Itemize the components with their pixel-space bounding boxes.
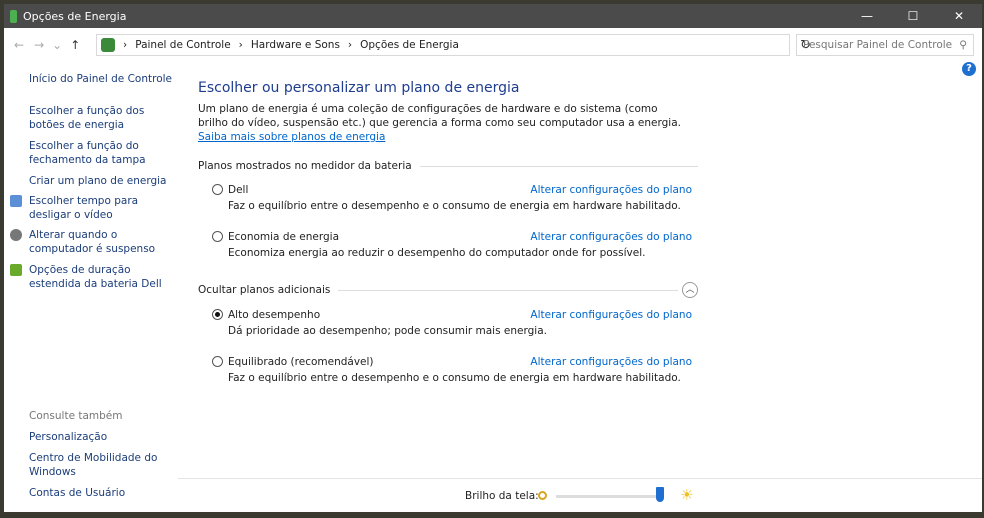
plan-name: Alto desempenho xyxy=(228,309,321,321)
dell-battery-icon xyxy=(10,264,22,276)
plan-radio[interactable]: Alto desempenho xyxy=(212,309,320,321)
section-hide-plans[interactable]: Ocultar planos adicionais ︿ xyxy=(198,282,698,298)
change-plan-link[interactable]: Alterar configurações do plano xyxy=(530,309,692,321)
bright-sun-icon: ☀ xyxy=(680,486,694,504)
plan-name: Dell xyxy=(228,184,249,196)
plan-desc: Dá prioridade ao desempenho; pode consum… xyxy=(228,325,547,337)
breadcrumb[interactable]: › Painel de Controle › Hardware e Sons › Op… xyxy=(96,34,811,56)
recent-dropdown[interactable]: ⌄ xyxy=(52,38,62,52)
sidebar-link-create-plan[interactable]: Criar um plano de energia xyxy=(29,174,177,188)
change-plan-link[interactable]: Alterar configurações do plano xyxy=(530,356,692,368)
page-description: Um plano de energia é uma coleção de con… xyxy=(198,102,688,144)
sidebar-link-display-off[interactable]: Escolher tempo para desligar o vídeo xyxy=(29,194,177,222)
plan-dell: Dell Alterar configurações do plano Faz o … xyxy=(212,184,692,212)
change-plan-link[interactable]: Alterar configurações do plano xyxy=(530,184,692,196)
power-options-window: Opções de Energia — ☐ ✕ ← → ⌄ ↑ › Painel … xyxy=(4,4,982,512)
address-bar: ← → ⌄ ↑ › Painel de Controle › Hardware e … xyxy=(4,32,982,58)
forward-button[interactable]: → xyxy=(34,38,44,52)
sidebar-link-power-buttons[interactable]: Escolher a função dos botões de energia xyxy=(29,104,177,132)
up-button[interactable]: ↑ xyxy=(70,38,80,52)
search-input[interactable]: Pesquisar Painel de Controle ⚲ xyxy=(796,34,974,56)
brightness-slider[interactable] xyxy=(556,487,664,502)
maximize-button[interactable]: ☐ xyxy=(890,4,936,28)
section-heading: Planos mostrados no medidor da bateria xyxy=(198,160,412,172)
change-plan-link[interactable]: Alterar configurações do plano xyxy=(530,231,692,243)
control-panel-icon xyxy=(101,38,115,52)
sidebar-home-link[interactable]: Início do Painel de Controle xyxy=(29,72,177,86)
sidebar-link-sleep[interactable]: Alterar quando o computador é suspenso xyxy=(29,228,177,256)
back-button[interactable]: ← xyxy=(14,38,24,52)
see-also-heading: Consulte também xyxy=(29,410,123,422)
title-bar: Opções de Energia — ☐ ✕ xyxy=(4,4,982,28)
see-also-user-accounts[interactable]: Contas de Usuário xyxy=(29,486,177,500)
collapse-chevron-icon[interactable]: ︿ xyxy=(682,282,698,298)
see-also-personalization[interactable]: Personalização xyxy=(29,430,177,444)
plan-radio[interactable]: Economia de energia xyxy=(212,231,339,243)
description-text: Um plano de energia é uma coleção de con… xyxy=(198,103,681,129)
radio-button[interactable] xyxy=(212,184,223,195)
brightness-label: Brilho da tela: xyxy=(465,490,539,502)
moon-icon xyxy=(10,229,22,241)
search-icon: ⚲ xyxy=(959,39,967,51)
plan-power-saver: Economia de energia Alterar configurações… xyxy=(212,231,692,259)
crumb-power[interactable]: Opções de Energia xyxy=(360,39,459,51)
display-icon xyxy=(10,195,22,207)
plan-high-performance: Alto desempenho Alterar configurações do … xyxy=(212,309,692,337)
plan-desc: Faz o equilíbrio entre o desempenho e o … xyxy=(228,372,681,384)
radio-button-selected[interactable] xyxy=(212,309,223,320)
crumb-control-panel[interactable]: Painel de Controle xyxy=(135,39,230,51)
section-heading: Ocultar planos adicionais xyxy=(198,284,331,296)
help-icon[interactable]: ? xyxy=(962,62,976,76)
close-button[interactable]: ✕ xyxy=(936,4,982,28)
plan-radio[interactable]: Dell xyxy=(212,184,248,196)
plan-desc: Economiza energia ao reduzir o desempenh… xyxy=(228,247,646,259)
plan-name: Economia de energia xyxy=(228,231,340,243)
sidebar: Início do Painel de Controle Escolher a … xyxy=(4,64,178,512)
plan-name: Equilibrado (recomendável) xyxy=(228,356,374,368)
crumb-hardware[interactable]: Hardware e Sons xyxy=(251,39,340,51)
see-also-mobility-center[interactable]: Centro de Mobilidade do Windows xyxy=(29,451,159,479)
window-title: Opções de Energia xyxy=(23,9,127,23)
battery-icon xyxy=(10,9,17,23)
brightness-bar: Brilho da tela: ☀ xyxy=(178,478,982,512)
learn-more-link[interactable]: Saiba mais sobre planos de energia xyxy=(198,131,385,143)
search-placeholder: Pesquisar Painel de Controle xyxy=(803,39,953,51)
dim-sun-icon xyxy=(538,491,547,500)
plan-desc: Faz o equilíbrio entre o desempenho e o … xyxy=(228,200,681,212)
sidebar-link-dell-battery[interactable]: Opções de duração estendida da bateria D… xyxy=(29,263,177,291)
plan-radio[interactable]: Equilibrado (recomendável) xyxy=(212,356,374,368)
sidebar-link-lid[interactable]: Escolher a função do fechamento da tampa xyxy=(29,139,177,167)
plan-balanced: Equilibrado (recomendável) Alterar config… xyxy=(212,356,692,384)
page-title: Escolher ou personalizar um plano de ene… xyxy=(198,80,520,96)
radio-button[interactable] xyxy=(212,356,223,367)
section-battery-plans: Planos mostrados no medidor da bateria xyxy=(198,160,698,172)
radio-button[interactable] xyxy=(212,231,223,242)
slider-thumb[interactable] xyxy=(656,487,664,502)
minimize-button[interactable]: — xyxy=(844,4,890,28)
